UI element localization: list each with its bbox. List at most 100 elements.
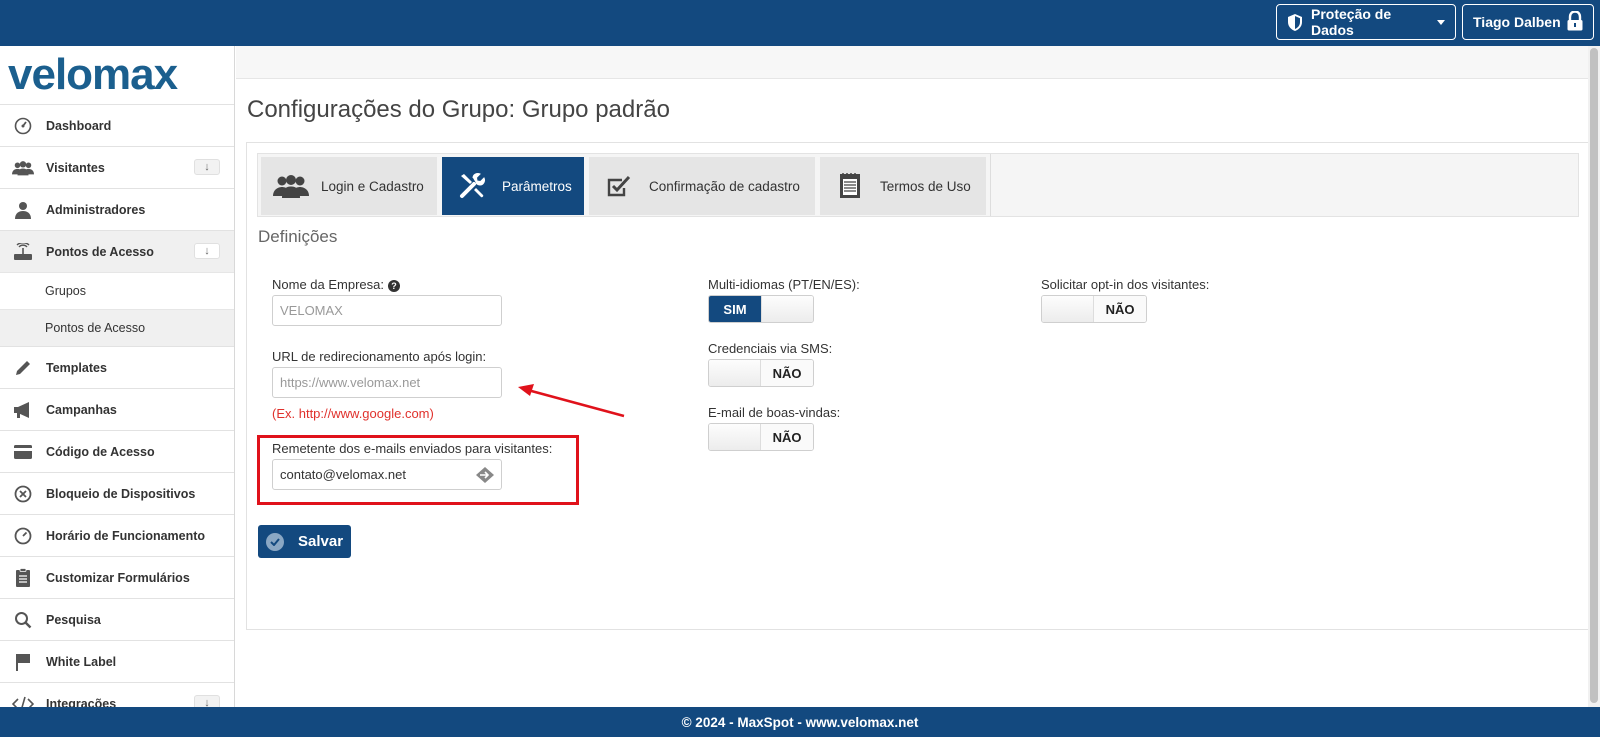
user-menu-button[interactable]: Tiago Dalben — [1462, 4, 1594, 40]
sidebar-item-pesquisa[interactable]: Pesquisa — [0, 598, 234, 640]
sidebar-item-label: Bloqueio de Dispositivos — [46, 486, 196, 501]
content-header-strip — [236, 46, 1600, 79]
clock-icon — [12, 527, 34, 545]
main-content: Configurações do Grupo: Grupo padrão Log… — [236, 46, 1600, 707]
sidebar-item-campanhas[interactable]: Campanhas — [0, 388, 234, 430]
redirect-url-label: URL de redirecionamento após login: — [272, 349, 487, 364]
save-button[interactable]: Salvar — [258, 525, 351, 558]
tab-label: Login e Cadastro — [321, 178, 424, 194]
shield-icon — [1287, 13, 1303, 31]
lock-icon — [1567, 9, 1583, 34]
sidebar-item-label: Visitantes — [46, 160, 105, 175]
sidebar-item-templates[interactable]: Templates — [0, 346, 234, 388]
sidebar-item-bloqueio[interactable]: Bloqueio de Dispositivos — [0, 472, 234, 514]
expand-arrow-icon[interactable]: ↓ — [194, 243, 220, 259]
scrollbar-thumb[interactable] — [1590, 48, 1598, 703]
sidebar: velomax Dashboard Visitantes ↓ Administr… — [0, 46, 235, 707]
sender-email-highlight — [257, 435, 579, 505]
sidebar-item-label: Integrações — [46, 696, 117, 708]
settings-panel: Login e Cadastro Parâmetros Confirmação … — [246, 142, 1590, 630]
sidebar-subitem-pontos-de-acesso[interactable]: Pontos de Acesso — [0, 309, 234, 346]
save-button-label: Salvar — [298, 533, 344, 550]
users-icon — [271, 171, 311, 201]
optin-label: Solicitar opt-in dos visitantes: — [1041, 277, 1210, 292]
expand-arrow-icon[interactable]: ↓ — [194, 695, 220, 707]
optin-toggle[interactable]: NÃO — [1041, 295, 1147, 323]
footer-text: © 2024 - MaxSpot - www.velomax.net — [681, 714, 919, 730]
tab-login-cadastro[interactable]: Login e Cadastro — [261, 157, 437, 215]
tab-label: Confirmação de cadastro — [649, 178, 800, 194]
sidebar-item-white-label[interactable]: White Label — [0, 640, 234, 682]
tab-label: Termos de Uso — [880, 178, 971, 194]
redirect-url-hint: (Ex. http://www.google.com) — [272, 406, 434, 421]
sidebar-item-label: White Label — [46, 654, 117, 669]
multilang-label: Multi-idiomas (PT/EN/ES): — [708, 277, 860, 292]
footer: © 2024 - MaxSpot - www.velomax.net — [0, 707, 1600, 737]
sidebar-item-label: Código de Acesso — [46, 444, 155, 459]
pencil-icon — [12, 359, 34, 377]
sidebar-item-integracoes[interactable]: Integrações ↓ — [0, 682, 234, 707]
toggle-knob — [760, 296, 813, 322]
toggle-knob — [709, 360, 762, 386]
tab-parametros[interactable]: Parâmetros — [442, 157, 584, 215]
sidebar-item-label: Pontos de Acesso — [46, 244, 154, 259]
sidebar-item-customizar-formularios[interactable]: Customizar Formulários — [0, 556, 234, 598]
sms-credentials-toggle[interactable]: NÃO — [708, 359, 814, 387]
multilang-toggle[interactable]: SIM — [708, 295, 814, 323]
privacy-menu-label: Proteção de Dados — [1311, 6, 1392, 38]
toggle-on-label: SIM — [709, 296, 761, 322]
tab-divider — [990, 154, 991, 216]
clipboard-icon — [12, 567, 34, 587]
check-icon — [266, 532, 284, 551]
privacy-menu-button[interactable]: Proteção de Dados — [1276, 4, 1456, 40]
sidebar-item-administradores[interactable]: Administradores — [0, 188, 234, 230]
router-icon — [12, 242, 34, 261]
chevron-down-icon — [1437, 19, 1445, 25]
sidebar-item-label: Administradores — [46, 202, 146, 217]
welcome-email-toggle[interactable]: NÃO — [708, 423, 814, 451]
checkbox-icon — [599, 171, 639, 201]
toggle-off-label: NÃO — [1094, 296, 1146, 322]
flag-icon — [12, 653, 34, 671]
sidebar-item-dashboard[interactable]: Dashboard — [0, 104, 234, 146]
sidebar-item-pontos-de-acesso[interactable]: Pontos de Acesso ↓ — [0, 230, 234, 272]
company-name-label-text: Nome da Empresa: — [272, 277, 384, 292]
tab-confirmacao-cadastro[interactable]: Confirmação de cadastro — [589, 157, 815, 215]
card-icon — [12, 443, 34, 461]
company-name-label: Nome da Empresa:? — [272, 277, 400, 292]
toggle-knob — [709, 424, 762, 450]
search-icon — [12, 611, 34, 629]
sidebar-item-codigo-de-acesso[interactable]: Código de Acesso — [0, 430, 234, 472]
tab-termos-de-uso[interactable]: Termos de Uso — [820, 157, 986, 215]
sidebar-item-label: Dashboard — [46, 118, 112, 133]
sidebar-item-horario[interactable]: Horário de Funcionamento — [0, 514, 234, 556]
sidebar-item-label: Campanhas — [46, 402, 117, 417]
dashboard-icon — [12, 117, 34, 135]
vertical-scrollbar[interactable] — [1588, 46, 1600, 707]
annotation-arrow-icon — [518, 384, 625, 418]
code-icon — [12, 695, 34, 707]
sidebar-item-label: Pesquisa — [46, 612, 101, 627]
tab-label: Parâmetros — [502, 178, 572, 194]
help-icon[interactable]: ? — [388, 279, 400, 292]
user-icon — [12, 201, 34, 219]
document-icon — [830, 171, 870, 201]
sidebar-subitem-grupos[interactable]: Grupos — [0, 272, 234, 309]
tools-icon — [452, 171, 492, 201]
company-name-input[interactable]: VELOMAX — [272, 295, 502, 326]
toggle-off-label: NÃO — [761, 360, 813, 386]
sidebar-item-visitantes[interactable]: Visitantes ↓ — [0, 146, 234, 188]
welcome-email-label: E-mail de boas-vindas: — [708, 405, 841, 420]
megaphone-icon — [12, 401, 34, 419]
user-name: Tiago Dalben — [1473, 14, 1561, 30]
velomax-logo[interactable]: velomax — [0, 46, 234, 104]
redirect-url-input[interactable]: https://www.velomax.net — [272, 367, 502, 398]
sms-credentials-label: Credenciais via SMS: — [708, 341, 833, 356]
top-bar: Proteção de Dados Tiago Dalben — [0, 0, 1600, 46]
expand-arrow-icon[interactable]: ↓ — [194, 159, 220, 175]
toggle-off-label: NÃO — [761, 424, 813, 450]
users-icon — [12, 159, 34, 177]
sidebar-item-label: Horário de Funcionamento — [46, 528, 206, 543]
sidebar-item-label: Customizar Formulários — [46, 570, 190, 585]
toggle-knob — [1042, 296, 1095, 322]
